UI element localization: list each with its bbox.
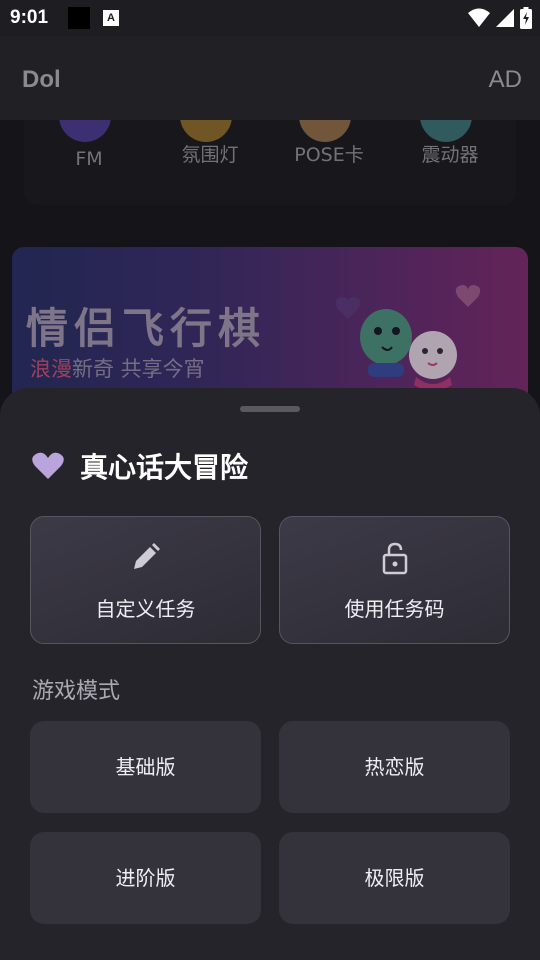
game-mode-label: 游戏模式 bbox=[32, 679, 121, 704]
custom-task-button[interactable]: 自定义任务 bbox=[30, 516, 261, 644]
wifi-icon bbox=[468, 8, 490, 27]
sheet-title: 真心话大冒险 bbox=[80, 451, 249, 484]
action-label: 使用任务码 bbox=[344, 597, 445, 621]
sheet-heading: 真心话大冒险 bbox=[32, 446, 248, 486]
notification-a-icon: A bbox=[103, 10, 119, 26]
notification-icon bbox=[68, 7, 90, 29]
heart-icon bbox=[32, 452, 64, 479]
drag-handle[interactable] bbox=[240, 406, 300, 412]
app-title: Dol bbox=[22, 66, 61, 93]
mode-passion-button[interactable]: 热恋版 bbox=[279, 721, 510, 813]
app-bar: Dol AD bbox=[0, 36, 540, 120]
status-time: 9:01 bbox=[10, 7, 49, 28]
lock-icon bbox=[382, 542, 408, 575]
truth-or-dare-sheet: 真心话大冒险 自定义任务 使用任务码 游戏模式 基础版 热恋版 进阶版 极限版 bbox=[0, 388, 540, 960]
mode-advanced-button[interactable]: 进阶版 bbox=[30, 832, 261, 924]
status-bar: 9:01 A bbox=[0, 0, 540, 36]
action-label: 自定义任务 bbox=[95, 597, 196, 621]
mode-basic-button[interactable]: 基础版 bbox=[30, 721, 261, 813]
task-code-button[interactable]: 使用任务码 bbox=[279, 516, 510, 644]
ad-button[interactable]: AD bbox=[489, 66, 522, 94]
pencil-icon bbox=[134, 543, 160, 569]
mode-extreme-button[interactable]: 极限版 bbox=[279, 832, 510, 924]
battery-charging-icon bbox=[520, 7, 532, 29]
signal-icon bbox=[496, 9, 514, 27]
